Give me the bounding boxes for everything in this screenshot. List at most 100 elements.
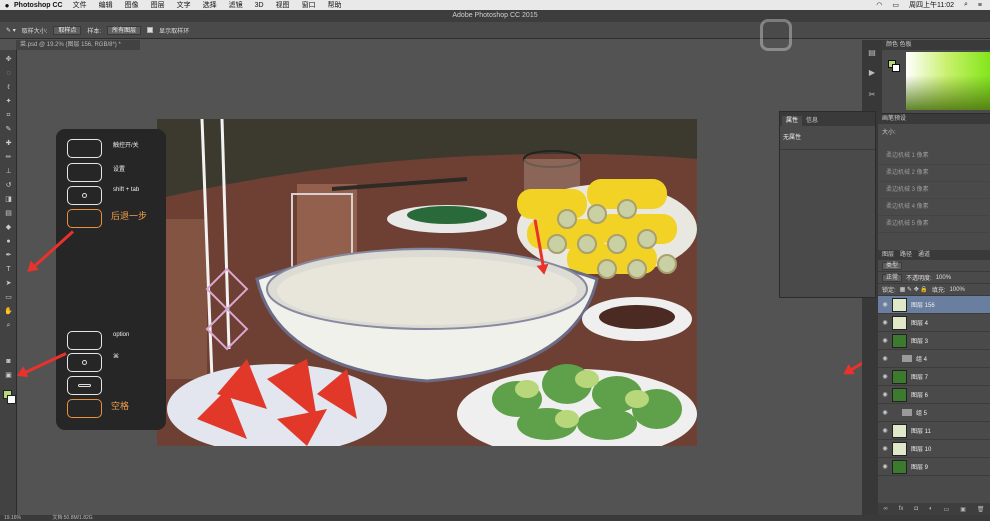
layer-row[interactable]: ◉ 图层 10 (878, 440, 990, 458)
visibility-eye-icon[interactable]: ◉ (878, 409, 892, 416)
tab-paths[interactable]: 路径 (900, 250, 912, 260)
color-picker-field[interactable] (906, 52, 990, 110)
tab-properties[interactable]: 属性 (782, 116, 803, 126)
brush-preset-item[interactable]: 柔边机械 4 像素 (878, 199, 990, 216)
eyedropper-tool-preset[interactable]: ✎ ▾ (6, 27, 16, 34)
fill-value[interactable]: 100% (950, 287, 965, 293)
shortcut-key-space[interactable] (67, 399, 102, 418)
link-layers-icon[interactable]: ∞ (883, 506, 887, 512)
document-canvas[interactable] (157, 119, 697, 446)
brush-tool-icon[interactable]: ✏ (4, 154, 13, 162)
visibility-eye-icon[interactable]: ◉ (878, 355, 892, 362)
crop-tool-icon[interactable]: ⌗ (4, 112, 13, 120)
path-select-tool-icon[interactable]: ➤ (4, 280, 13, 288)
search-icon[interactable]: ⌕ (964, 1, 968, 9)
visibility-eye-icon[interactable]: ◉ (878, 337, 892, 344)
menu-file[interactable]: 文件 (73, 0, 87, 10)
layer-row[interactable]: ◉ 图层 3 (878, 332, 990, 350)
eyedropper-tool-icon[interactable]: ✎ (4, 126, 13, 134)
quick-select-tool-icon[interactable]: ✦ (4, 98, 13, 106)
quick-mask-icon[interactable]: ◙ (4, 358, 13, 366)
tools-preset-icon[interactable]: ✂ (867, 90, 877, 100)
actions-icon[interactable]: ▶ (867, 68, 877, 78)
visibility-eye-icon[interactable]: ◉ (878, 301, 892, 308)
menu-image[interactable]: 图像 (125, 0, 139, 10)
layer-row[interactable]: ◉ 图层 7 (878, 368, 990, 386)
shortcut-key-shift-tab[interactable] (67, 186, 102, 205)
shortcut-key-settings[interactable] (67, 163, 102, 182)
mask-icon[interactable]: ◘ (914, 506, 918, 512)
gradient-tool-icon[interactable]: ▤ (4, 210, 13, 218)
shortcut-key-undo[interactable] (67, 209, 102, 228)
lasso-tool-icon[interactable]: ℓ (4, 84, 13, 92)
apple-icon[interactable]: ● (0, 1, 14, 10)
visibility-eye-icon[interactable]: ◉ (878, 319, 892, 326)
history-brush-icon[interactable]: ↺ (4, 182, 13, 190)
menu-select[interactable]: 选择 (203, 0, 217, 10)
menu-edit[interactable]: 编辑 (99, 0, 113, 10)
brush-preset-item[interactable]: 柔边机械 1 像素 (878, 148, 990, 165)
adjustment-icon[interactable]: ◐ (929, 506, 933, 512)
hand-tool-icon[interactable]: ✋ (4, 308, 13, 316)
zoom-level[interactable]: 19.16% (4, 515, 21, 521)
brush-panel-title[interactable]: 画笔预设 (878, 114, 990, 124)
background-color-swatch[interactable] (7, 395, 16, 404)
layer-row[interactable]: ◉ 图层 11 (878, 422, 990, 440)
dodge-tool-icon[interactable]: ● (4, 238, 13, 246)
visibility-eye-icon[interactable]: ◉ (878, 391, 892, 398)
sample-select[interactable]: 所有图层 (107, 25, 142, 35)
layer-row[interactable]: ◉ 图层 9 (878, 458, 990, 476)
layer-row[interactable]: ◉ 图层 6 (878, 386, 990, 404)
shortcut-key-touch-toggle[interactable] (67, 139, 102, 158)
doc-info[interactable]: 文档:50.8M/1.82G (52, 515, 92, 521)
blend-mode-select[interactable]: 正常 (882, 273, 903, 282)
new-group-icon[interactable]: ▭ (944, 506, 950, 513)
layer-group-row[interactable]: ◉ 组 5 (878, 404, 990, 422)
screen-mode-icon[interactable]: ▣ (4, 372, 13, 380)
layer-row[interactable]: ◉ 图层 156 (878, 296, 990, 314)
lock-icons[interactable]: ▦ ✎ ✥ 🔒 (900, 286, 928, 293)
shortcut-key-blank[interactable] (67, 376, 102, 395)
show-ring-checkbox[interactable] (147, 27, 154, 33)
brush-preset-item[interactable]: 柔边机械 3 像素 (878, 182, 990, 199)
clock[interactable]: 周四上午11:02 (909, 0, 954, 10)
menu-layer[interactable]: 图层 (151, 0, 165, 10)
sample-size-select[interactable]: 取样点 (53, 25, 82, 35)
trash-icon[interactable]: 🗑 (977, 506, 985, 513)
menu-help[interactable]: 帮助 (328, 0, 342, 10)
visibility-eye-icon[interactable]: ◉ (878, 427, 892, 434)
move-tool-icon[interactable]: ✥ (4, 56, 13, 64)
layer-filter-select[interactable]: 类型 (882, 261, 903, 270)
visibility-eye-icon[interactable]: ◉ (878, 445, 892, 452)
history-icon[interactable]: ▤ (867, 48, 877, 58)
tab-layers[interactable]: 图层 (882, 250, 894, 260)
opacity-value[interactable]: 100% (936, 275, 951, 281)
battery-icon[interactable]: ▭ (892, 1, 899, 9)
app-name[interactable]: Photoshop CC (14, 2, 63, 9)
menu-view[interactable]: 视图 (276, 0, 290, 10)
menu-list-icon[interactable]: ≡ (978, 2, 982, 9)
pen-tool-icon[interactable]: ✒ (4, 252, 13, 260)
visibility-eye-icon[interactable]: ◉ (878, 373, 892, 380)
brush-preset-item[interactable]: 柔边机械 2 像素 (878, 165, 990, 182)
stamp-tool-icon[interactable]: ⊥ (4, 168, 13, 176)
healing-tool-icon[interactable]: ✚ (4, 140, 13, 148)
fx-icon[interactable]: fx (899, 506, 904, 512)
eraser-tool-icon[interactable]: ◨ (4, 196, 13, 204)
layer-row[interactable]: ◉ 图层 4 (878, 314, 990, 332)
marquee-tool-icon[interactable]: ◌ (4, 70, 13, 78)
blur-tool-icon[interactable]: ◆ (4, 224, 13, 232)
menu-3d[interactable]: 3D (255, 2, 264, 9)
menu-type[interactable]: 文字 (177, 0, 191, 10)
shortcut-key-command[interactable] (67, 353, 102, 372)
type-tool-icon[interactable]: T (4, 266, 13, 274)
tab-channels[interactable]: 通道 (918, 250, 930, 260)
menu-window[interactable]: 窗口 (302, 0, 316, 10)
color-bg-swatch[interactable] (892, 64, 900, 72)
brush-preset-item[interactable]: 柔边机械 5 像素 (878, 216, 990, 233)
color-panel-tabs[interactable]: 颜色 色板 (882, 40, 990, 50)
layer-group-row[interactable]: ◉ 组 4 (878, 350, 990, 368)
shape-tool-icon[interactable]: ▭ (4, 294, 13, 302)
zoom-tool-icon[interactable]: ⌕ (4, 322, 13, 330)
document-tab[interactable]: 菜.psd @ 19.2% (图层 156, RGB/8*) * (16, 40, 140, 50)
